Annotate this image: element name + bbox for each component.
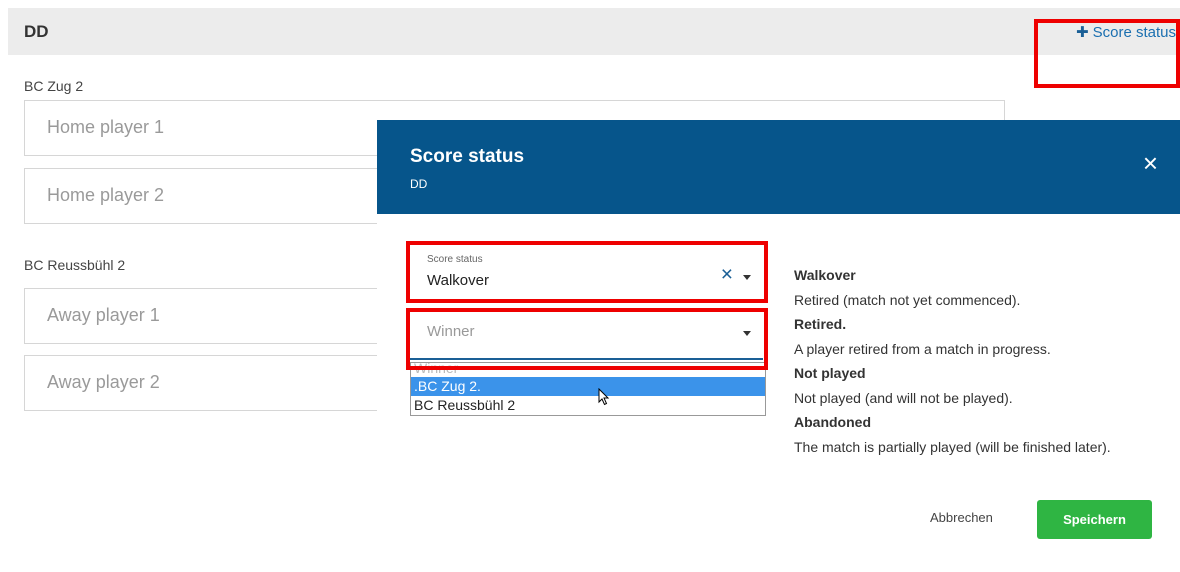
mouse-cursor-icon bbox=[598, 388, 610, 406]
winner-option[interactable]: BC Reussbühl 2 bbox=[411, 396, 765, 415]
winner-option[interactable]: .BC Zug 2. bbox=[411, 377, 765, 396]
description-title: Retired. bbox=[794, 316, 847, 332]
modal-title: Score status bbox=[410, 146, 525, 167]
annotation-highlight-status-select bbox=[406, 241, 768, 303]
description-title: Walkover bbox=[794, 267, 856, 283]
modal-subtitle: DD bbox=[410, 177, 428, 191]
description-text: Not played (and will not be played). bbox=[794, 389, 1013, 406]
away-player1-placeholder: Away player 1 bbox=[47, 305, 160, 325]
modal-header: Score status DD × bbox=[377, 120, 1180, 214]
home-player2-placeholder: Home player 2 bbox=[47, 185, 165, 205]
description-title: Abandoned bbox=[794, 414, 871, 430]
away-player2-placeholder: Away player 2 bbox=[47, 372, 160, 392]
home-player1-placeholder: Home player 1 bbox=[47, 117, 165, 137]
description-text: Retired (match not yet commenced). bbox=[794, 291, 1021, 308]
status-descriptions: Walkover Retired (match not yet commence… bbox=[794, 263, 1154, 459]
description-text: A player retired from a match in progres… bbox=[794, 340, 1051, 357]
cancel-button[interactable]: Abbrechen bbox=[930, 510, 993, 525]
close-icon[interactable]: × bbox=[1143, 150, 1158, 176]
annotation-highlight-add-link bbox=[1034, 19, 1180, 88]
discipline-title: DD bbox=[24, 22, 49, 41]
home-team-label: BC Zug 2 bbox=[24, 78, 84, 94]
annotation-highlight-winner-select bbox=[406, 308, 768, 370]
description-text: The match is partially played (will be f… bbox=[794, 438, 1111, 455]
description-title: Not played bbox=[794, 365, 866, 381]
winner-dropdown-list: Winner .BC Zug 2. BC Reussbühl 2 bbox=[410, 362, 766, 416]
save-button[interactable]: Speichern bbox=[1037, 500, 1152, 539]
match-card-header: DD ✚ Score status bbox=[8, 8, 1180, 55]
away-team-label: BC Reussbühl 2 bbox=[24, 257, 126, 273]
